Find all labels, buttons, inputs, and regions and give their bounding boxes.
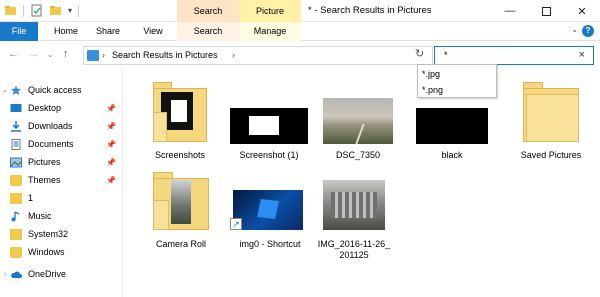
tab-manage[interactable]: Manage (239, 22, 301, 41)
pin-icon[interactable]: 📌 (106, 176, 116, 185)
sidebar-item-pictures[interactable]: Pictures 📌 (0, 154, 122, 170)
forward-arrow-icon[interactable]: → (28, 48, 39, 60)
image-thumbnail (249, 116, 279, 135)
image-thumbnail (355, 124, 365, 144)
file-name: Screenshots (154, 150, 206, 160)
star-icon (10, 84, 22, 95)
folder-icon (10, 192, 22, 204)
folder-icon (153, 172, 209, 230)
window-title: * - Search Results in Pictures (308, 5, 432, 16)
search-results-icon (87, 50, 99, 61)
help-icon[interactable]: ? (582, 25, 594, 37)
breadcrumb-location[interactable]: Search Results in Pictures (112, 50, 218, 60)
sidebar-item-1[interactable]: 1 (0, 190, 122, 206)
minimize-icon: — (504, 5, 516, 17)
file-name: Camera Roll (155, 239, 206, 249)
folder-icon (153, 82, 207, 142)
pin-icon[interactable]: 📌 (106, 104, 116, 113)
sidebar-item-music[interactable]: Music (0, 208, 122, 224)
music-icon (11, 210, 20, 221)
tab-file[interactable]: File (0, 22, 38, 41)
search-input[interactable]: * × (434, 46, 594, 65)
breadcrumb-chevron-icon[interactable]: › (102, 50, 105, 60)
suggestion-item[interactable]: *.png (418, 82, 496, 98)
folder-icon (10, 228, 22, 240)
file-item-dsc-7350[interactable] (323, 98, 393, 144)
close-icon: ✕ (577, 5, 587, 18)
file-item-screenshots[interactable] (153, 82, 207, 142)
quick-access-toolbar: ▾ (4, 4, 80, 17)
sidebar-item-documents[interactable]: Documents 📌 (0, 136, 122, 152)
file-item-camera-roll[interactable] (153, 172, 209, 230)
file-name: DSC_7350 (335, 150, 381, 160)
sidebar-item-quick-access[interactable]: ⌄ Quick access (0, 82, 122, 98)
customize-qat-icon[interactable]: ▾ (68, 6, 72, 15)
title-bar: ▾ Search Tools Picture Tools * - Search … (0, 0, 600, 38)
folder-icon (10, 174, 22, 186)
refresh-icon[interactable]: ↻ (415, 47, 424, 60)
desktop-icon (10, 103, 22, 112)
file-name: Screenshot (1) (239, 150, 299, 160)
documents-icon (11, 138, 21, 150)
windows-logo-icon (257, 199, 279, 219)
sidebar-item-themes[interactable]: Themes 📌 (0, 172, 122, 188)
properties-icon[interactable] (30, 4, 43, 17)
image-thumbnail (331, 192, 377, 218)
file-item-screenshot-1[interactable] (230, 108, 308, 144)
separator (78, 4, 80, 17)
download-icon (11, 120, 21, 132)
folder-icon (5, 6, 16, 15)
tab-share[interactable]: Share (92, 22, 124, 41)
folder-icon (10, 246, 22, 258)
cloud-icon (11, 271, 22, 278)
context-search-tools: Search Tools (177, 0, 239, 38)
search-query[interactable]: * (444, 50, 448, 60)
navigation-pane: ⌄ Quick access Desktop 📌 Downloads 📌 Doc… (0, 78, 122, 297)
pin-icon[interactable]: 📌 (106, 158, 116, 167)
file-item-img-2016-11-26[interactable] (323, 180, 385, 230)
recent-locations-icon[interactable]: ⌄ (47, 50, 54, 59)
chevron-down-icon[interactable]: ⌄ (0, 86, 10, 94)
search-suggestions: *.jpg *.png (417, 64, 497, 98)
file-item-saved-pictures[interactable] (523, 82, 579, 142)
ribbon-tabs: File Home Share View Search Manage ⌄ ? (0, 22, 600, 41)
sidebar-item-desktop[interactable]: Desktop 📌 (0, 100, 122, 116)
file-item-img0-shortcut[interactable]: ↗ (230, 190, 303, 230)
maximize-button[interactable] (528, 0, 564, 22)
chevron-right-icon[interactable]: › (0, 271, 10, 278)
pin-icon[interactable]: 📌 (106, 140, 116, 149)
new-folder-icon[interactable] (49, 4, 62, 17)
close-button[interactable]: ✕ (564, 0, 600, 22)
context-picture-tools: Picture Tools (239, 0, 301, 38)
back-arrow-icon[interactable]: ← (8, 48, 19, 60)
breadcrumb-chevron-icon[interactable]: › (232, 50, 235, 60)
file-list: Screenshots Screenshot (1) DSC_7350 blac… (123, 68, 600, 297)
clear-search-icon[interactable]: × (579, 49, 585, 61)
pin-icon[interactable]: 📌 (106, 122, 116, 131)
separator (23, 4, 24, 17)
sidebar-item-windows[interactable]: Windows (0, 244, 122, 260)
sidebar-item-onedrive[interactable]: › OneDrive (0, 266, 122, 282)
file-name: black (441, 150, 463, 160)
address-bar[interactable]: › Search Results in Pictures › ⌄ (83, 46, 486, 65)
tab-view[interactable]: View (139, 22, 167, 41)
up-arrow-icon[interactable]: ↑ (63, 48, 69, 60)
file-name: Saved Pictures (520, 150, 582, 160)
suggestion-item[interactable]: *.jpg (418, 66, 496, 82)
file-item-black[interactable] (416, 108, 488, 144)
shortcut-arrow-icon: ↗ (230, 218, 242, 230)
folder-icon (523, 82, 579, 142)
tab-search[interactable]: Search (177, 22, 239, 41)
file-name: IMG_2016-11-26_ 201125 (317, 239, 391, 260)
sidebar-item-system32[interactable]: System32 (0, 226, 122, 242)
minimize-button[interactable]: — (492, 0, 528, 22)
maximize-icon (541, 6, 551, 16)
sidebar-item-downloads[interactable]: Downloads 📌 (0, 118, 122, 134)
expand-ribbon-icon[interactable]: ⌄ (571, 25, 578, 34)
pictures-icon (10, 157, 22, 167)
tab-home[interactable]: Home (50, 22, 82, 41)
